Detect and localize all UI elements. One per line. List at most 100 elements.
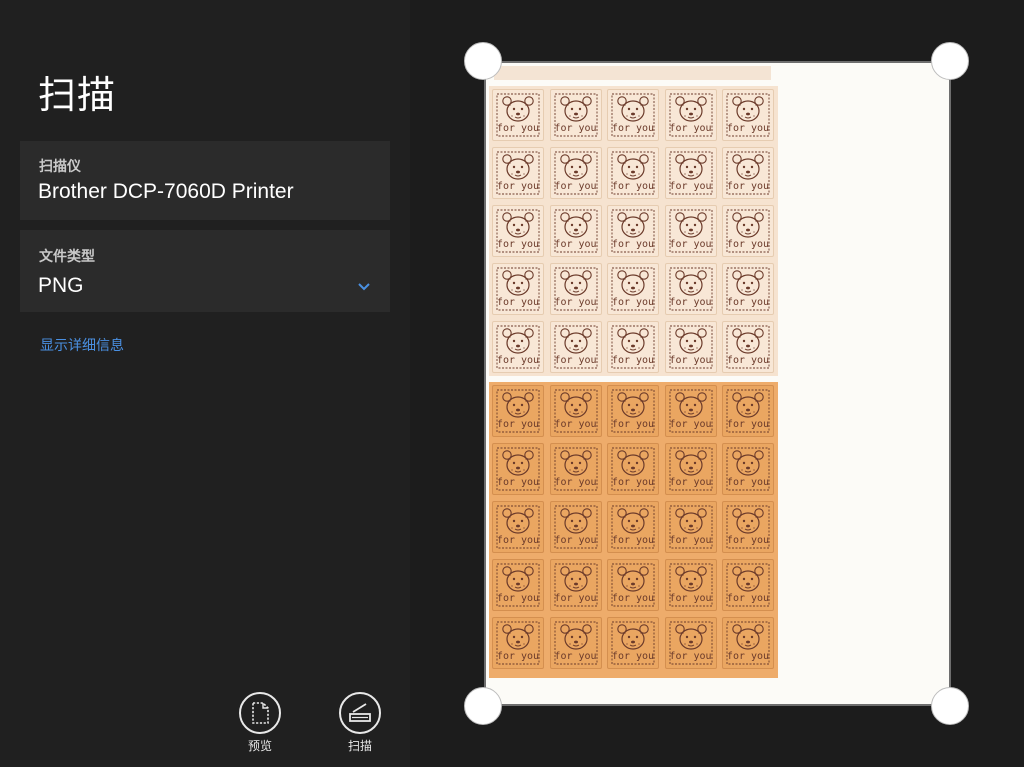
preview-label: 预览 [247,739,272,753]
orange-sticker: for you [492,559,544,611]
sticker-text: for you [496,355,540,366]
light-sticker-block: for you for you for you for you for you for y… [489,86,778,376]
sticker-text: for you [496,181,540,192]
orange-sticker: for you [549,501,602,553]
sticker-text: for you [554,535,597,546]
file-type-label: 文件类型 [39,249,95,265]
show-details-link[interactable]: 显示详细信息 [40,335,124,355]
orange-sticker: for you [492,443,544,495]
sticker-text: for you [669,123,712,134]
sticker-text: for you [554,593,597,604]
light-sticker: for you [664,205,717,257]
light-sticker: for you [722,147,774,199]
light-sticker: for you [492,205,544,257]
light-sticker: for you [664,263,717,315]
light-sticker: for you [549,205,602,257]
orange-sticker: for you [664,501,717,553]
light-sticker: for you [722,263,774,315]
scan-label: 扫描 [347,739,372,753]
orange-sticker: for you [722,443,774,495]
sticker-text: for you [611,419,655,430]
orange-sticker: for you [722,501,774,553]
orange-sticker: for you [549,443,602,495]
sticker-text: for you [726,535,770,546]
orange-sticker: for you [549,385,602,437]
sticker-text: for you [554,297,597,308]
scanner-value: Brother DCP-7060D Printer [38,180,294,203]
sticker-text: for you [611,651,655,662]
sticker-text: for you [496,297,540,308]
sticker-text: for you [669,593,712,604]
scanner-label: 扫描仪 [39,159,81,175]
light-sticker: for you [549,263,602,315]
sticker-text: for you [554,477,597,488]
light-sticker: for you [607,205,659,257]
sticker-text: for you [669,355,712,366]
sticker-text: for you [726,477,770,488]
sticker-sheet-image: for you for you for you for you for you for y… [489,66,778,678]
light-sticker: for you [549,147,602,199]
sticker-text: for you [611,477,655,488]
file-type-dropdown[interactable]: 文件类型 PNG [20,230,390,312]
sticker-text: for you [496,593,540,604]
sticker-text: for you [669,535,712,546]
sticker-text: for you [669,239,712,250]
sticker-text: for you [669,297,712,308]
scan-button[interactable]: 扫描 [330,692,390,754]
light-sticker: for you [722,205,774,257]
sticker-text: for you [611,181,655,192]
orange-sticker: for you [722,559,774,611]
crop-handle-top-right[interactable] [931,42,969,80]
light-sticker: for you [607,89,659,141]
sticker-text: for you [496,123,540,134]
light-sticker: for you [664,147,717,199]
crop-handle-bottom-left[interactable] [464,687,502,725]
sticker-text: for you [726,239,770,250]
sticker-text: for you [554,181,597,192]
orange-sticker: for you [607,617,659,669]
chevron-down-icon [358,283,370,291]
scanner-icon [349,703,371,722]
sticker-text: for you [496,651,540,662]
sticker-text: for you [611,535,655,546]
orange-sticker: for you [722,385,774,437]
light-sticker: for you [492,89,544,141]
sticker-text: for you [726,123,770,134]
orange-sticker: for you [722,617,774,669]
page-title: 扫描 [38,73,117,117]
orange-sticker: for you [607,385,659,437]
scanner-selector[interactable]: 扫描仪 Brother DCP-7060D Printer [20,141,390,220]
sticker-text: for you [611,297,655,308]
light-sticker: for you [492,147,544,199]
document-preview-icon [252,702,269,724]
crop-handle-top-left[interactable] [464,42,502,80]
crop-handle-bottom-right[interactable] [931,687,969,725]
orange-sticker: for you [492,385,544,437]
sticker-text: for you [726,355,770,366]
orange-sticker: for you [664,385,717,437]
light-sticker: for you [722,89,774,141]
orange-sticker: for you [664,443,717,495]
light-sticker: for you [722,321,774,373]
orange-sticker: for you [664,559,717,611]
orange-sticker: for you [607,559,659,611]
light-sticker: for you [492,263,544,315]
light-sticker: for you [664,321,717,373]
preview-button[interactable]: 预览 [230,692,290,754]
sticker-text: for you [611,239,655,250]
sticker-text: for you [496,477,540,488]
sticker-text: for you [726,297,770,308]
sticker-text: for you [554,419,597,430]
sticker-text: for you [669,181,712,192]
sticker-text: for you [726,419,770,430]
sticker-text: for you [726,651,770,662]
orange-sticker: for you [492,617,544,669]
light-sticker: for you [607,147,659,199]
orange-sticker: for you [607,501,659,553]
sticker-text: for you [726,593,770,604]
light-sticker: for you [607,321,659,373]
sticker-text: for you [554,239,597,250]
sticker-text: for you [554,651,597,662]
file-type-value: PNG [38,274,84,297]
sticker-text: for you [611,123,655,134]
